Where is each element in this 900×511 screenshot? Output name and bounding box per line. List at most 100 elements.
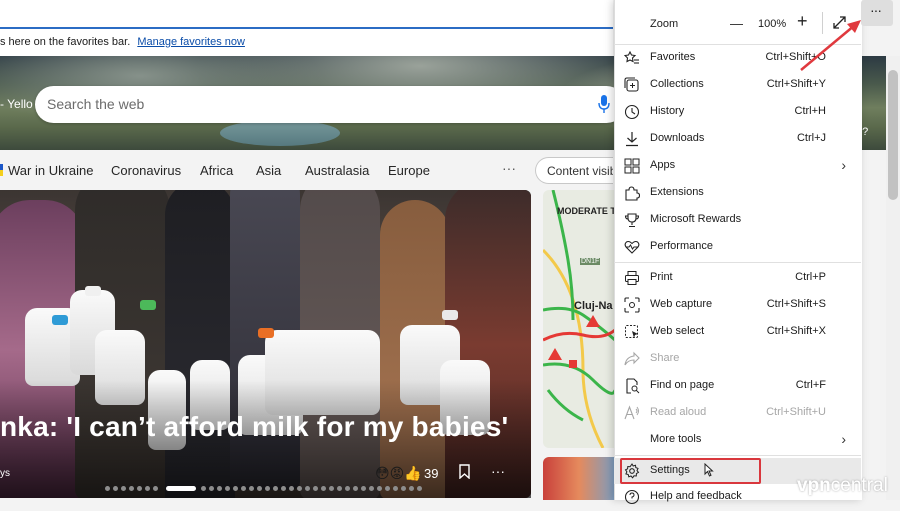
carousel-dot[interactable]	[385, 486, 390, 491]
favorites-bar-message: s here on the favorites bar.	[0, 36, 131, 48]
carousel-dot[interactable]	[409, 486, 414, 491]
carousel-dot[interactable]	[201, 486, 206, 491]
nav-item-europe[interactable]: Europe	[388, 163, 430, 178]
carousel-dot[interactable]	[145, 486, 150, 491]
carousel-dot[interactable]	[265, 486, 270, 491]
extensions-puzzle-icon	[625, 186, 640, 201]
carousel-dot[interactable]	[377, 486, 382, 491]
carousel-dot[interactable]	[105, 486, 110, 491]
carousel-dot[interactable]	[353, 486, 358, 491]
card-more-button[interactable]: ···	[491, 463, 505, 479]
traffic-map-card[interactable]	[543, 190, 615, 448]
reactions-icon[interactable]: 😳😡👍	[375, 465, 422, 482]
menu-item-shortcut: Ctrl+F	[795, 379, 826, 391]
carousel-dot[interactable]	[113, 486, 118, 491]
secondary-news-card[interactable]	[543, 457, 615, 500]
traffic-label: MODERATE T	[557, 206, 616, 216]
nav-item-war-in-ukraine[interactable]: War in Ukraine	[8, 163, 93, 178]
carousel-dot[interactable]	[233, 486, 238, 491]
menu-item-find-on-page[interactable]: Find on page Ctrl+F	[614, 373, 861, 400]
menu-divider	[614, 262, 861, 263]
manage-favorites-link[interactable]: Manage favorites now	[137, 36, 245, 48]
carousel-dot[interactable]	[209, 486, 214, 491]
zoom-level: 100%	[758, 18, 787, 30]
carousel-dot[interactable]	[345, 486, 350, 491]
menu-item-print[interactable]: Print Ctrl+P	[614, 265, 861, 292]
menu-item-web-capture[interactable]: Web capture Ctrl+Shift+S	[614, 292, 861, 319]
menu-item-shortcut: Ctrl+Shift+U	[766, 406, 826, 418]
menu-item-performance[interactable]: Performance	[614, 234, 861, 261]
nav-item-coronavirus[interactable]: Coronavirus	[111, 163, 181, 178]
vpncentral-watermark-logo: vpncentral	[797, 475, 888, 497]
menu-item-label: Share	[650, 352, 680, 364]
carousel-dot[interactable]	[129, 486, 134, 491]
menu-item-label: Find on page	[650, 379, 715, 391]
chevron-right-icon: ›	[841, 431, 846, 447]
carousel-dot[interactable]	[121, 486, 126, 491]
menu-item-apps[interactable]: Apps ›	[614, 153, 861, 180]
favorites-star-icon	[624, 50, 639, 64]
collections-icon	[624, 77, 639, 92]
carousel-dot[interactable]	[289, 486, 294, 491]
menu-item-share[interactable]: Share	[614, 346, 861, 373]
carousel-dot[interactable]	[241, 486, 246, 491]
read-aloud-icon	[624, 405, 639, 420]
menu-item-label: More tools	[650, 433, 702, 445]
nav-item-asia[interactable]: Asia	[256, 163, 281, 178]
carousel-dot[interactable]	[297, 486, 302, 491]
web-select-icon	[625, 325, 638, 338]
rewards-trophy-icon	[624, 213, 640, 228]
nav-item-australasia[interactable]: Australasia	[305, 163, 369, 178]
more-dots-icon: ···	[870, 2, 882, 18]
menu-item-label: Print	[650, 271, 673, 283]
performance-heart-icon	[624, 240, 640, 254]
address-bar[interactable]	[0, 0, 613, 29]
menu-item-extensions[interactable]: Extensions	[614, 180, 861, 207]
carousel-dot[interactable]	[329, 486, 334, 491]
menu-item-collections[interactable]: Collections Ctrl+Shift+Y	[614, 72, 861, 99]
carousel-dot[interactable]	[257, 486, 262, 491]
carousel-dot[interactable]	[337, 486, 342, 491]
search-input[interactable]: Search the web	[47, 96, 144, 112]
menu-item-history[interactable]: History Ctrl+H	[614, 99, 861, 126]
nav-item-africa[interactable]: Africa	[200, 163, 233, 178]
menu-item-label: Extensions	[650, 186, 704, 198]
carousel-dot-active[interactable]	[166, 486, 196, 491]
carousel-dot[interactable]	[313, 486, 318, 491]
menu-item-microsoft-rewards[interactable]: Microsoft Rewards	[614, 207, 861, 234]
carousel-dot[interactable]	[273, 486, 278, 491]
content-visibility-button[interactable]: Content visib	[535, 157, 613, 184]
menu-item-more-tools[interactable]: More tools ›	[614, 427, 861, 454]
nav-more-button[interactable]: ···	[502, 160, 516, 176]
menu-item-web-select[interactable]: Web select Ctrl+Shift+X	[614, 319, 861, 346]
carousel-dot[interactable]	[369, 486, 374, 491]
carousel-dot[interactable]	[305, 486, 310, 491]
web-capture-icon	[624, 297, 640, 313]
carousel-dot[interactable]	[225, 486, 230, 491]
settings-highlight-box	[620, 458, 761, 484]
hero-caption[interactable]: - Yello	[0, 97, 33, 111]
browser-more-button[interactable]: ···	[861, 0, 893, 26]
carousel-dot[interactable]	[249, 486, 254, 491]
menu-item-shortcut: Ctrl+Shift+S	[766, 298, 826, 310]
carousel-dot[interactable]	[321, 486, 326, 491]
carousel-dot[interactable]	[401, 486, 406, 491]
menu-item-read-aloud[interactable]: Read aloud Ctrl+Shift+U	[614, 400, 861, 427]
carousel-dot[interactable]	[393, 486, 398, 491]
download-icon	[626, 132, 638, 147]
menu-item-downloads[interactable]: Downloads Ctrl+J	[614, 126, 861, 153]
bookmark-icon[interactable]	[459, 464, 470, 479]
main-card-headline[interactable]: nka: 'I can’t afford milk for my babies'	[0, 411, 508, 443]
carousel-dot[interactable]	[361, 486, 366, 491]
menu-item-label: History	[650, 105, 685, 117]
carousel-dot[interactable]	[217, 486, 222, 491]
scrollbar-thumb[interactable]	[888, 70, 898, 200]
carousel-dot[interactable]	[281, 486, 286, 491]
microphone-icon[interactable]	[598, 95, 610, 113]
carousel-dot[interactable]	[417, 486, 422, 491]
zoom-out-button[interactable]: —	[730, 16, 743, 31]
favorites-bar: s here on the favorites bar. Manage favo…	[0, 29, 613, 56]
road-number-label: DN1F	[580, 258, 601, 265]
carousel-dot[interactable]	[153, 486, 158, 491]
carousel-dot[interactable]	[137, 486, 142, 491]
